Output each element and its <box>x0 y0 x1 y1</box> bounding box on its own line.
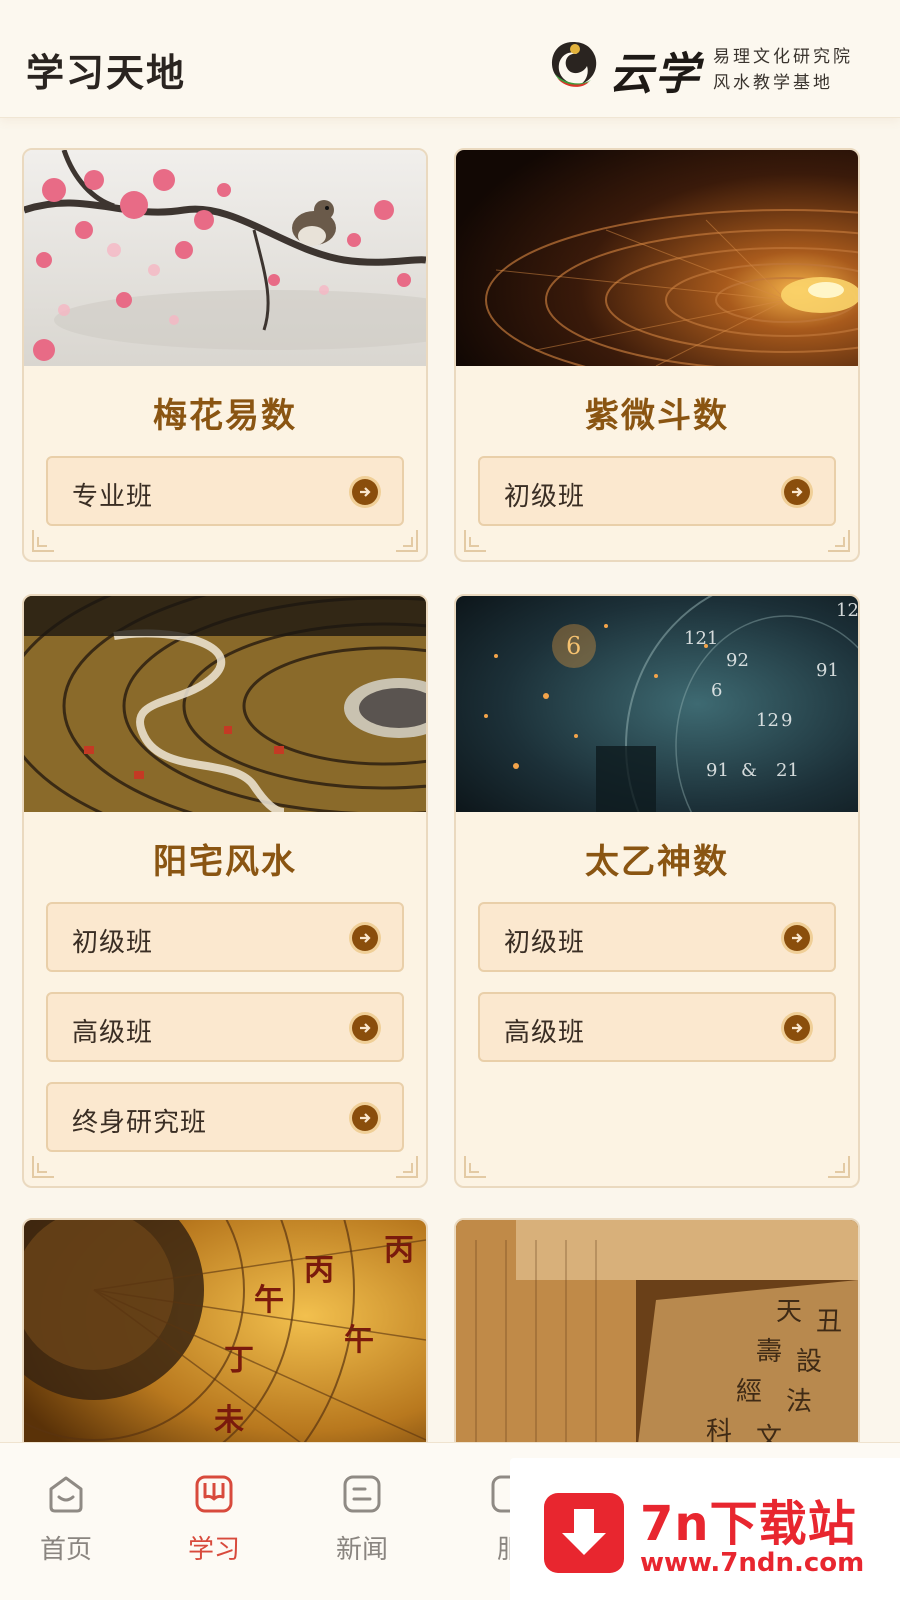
course-card-ziwei: 紫微斗数 初级班 <box>454 148 860 562</box>
corner-ornament <box>828 530 850 552</box>
svg-text:91: 91 <box>706 760 729 781</box>
class-label: 初级班 <box>72 928 154 958</box>
watermark-url: www.7ndn.com <box>640 1548 865 1578</box>
course-card-6[interactable]: 天丑 壽設 經法 科文 <box>454 1218 860 1458</box>
svg-text:丙: 丙 <box>384 1233 414 1268</box>
news-icon <box>343 1475 381 1513</box>
svg-text:壽: 壽 <box>756 1337 782 1367</box>
class-button-gaoji[interactable]: 高级班 <box>478 992 836 1062</box>
arrow-right-icon <box>784 479 810 505</box>
svg-text:9: 9 <box>781 710 792 731</box>
home-smile-icon <box>49 1476 83 1513</box>
course-card-5[interactable]: 午丁午 丙丙未 <box>22 1218 428 1458</box>
svg-text:丑: 丑 <box>816 1307 842 1337</box>
class-button-chuji[interactable]: 初级班 <box>478 902 836 972</box>
luopan-compass-image <box>24 596 426 812</box>
arrow-right-icon <box>784 1015 810 1041</box>
svg-text:21: 21 <box>776 760 799 781</box>
class-button-gaoji[interactable]: 高级班 <box>46 992 404 1062</box>
course-card-yangzhai: 阳宅风水 初级班 高级班 终身研究班 <box>22 594 428 1188</box>
class-button-chuji[interactable]: 初级班 <box>478 456 836 526</box>
arrow-right-icon <box>352 1015 378 1041</box>
course-card-taiyi: 6 121 92 91 6 12 9 91 & 21 12 太乙神数 初级班 高级班 <box>454 594 860 1188</box>
logo-subtitle-1: 易理文化研究院 <box>713 47 853 67</box>
download-arrow-icon <box>544 1493 624 1573</box>
course-title: 梅花易数 <box>153 396 297 436</box>
class-label: 初级班 <box>504 928 586 958</box>
cosmic-numbers-image: 6 121 92 91 6 12 9 91 & 21 12 <box>456 596 858 812</box>
book-icon <box>195 1475 233 1513</box>
nav-item-news[interactable]: 新闻 <box>302 1463 422 1573</box>
arrow-right-icon <box>352 925 378 951</box>
watermark-title: 7n下载站 <box>640 1496 857 1552</box>
arrow-right-icon <box>352 479 378 505</box>
app-header: 学习天地 云学 易理文化研究院 风水教学基地 <box>0 0 900 118</box>
glowing-astrolabe-image <box>456 150 858 366</box>
corner-ornament <box>32 1156 54 1178</box>
arrow-right-icon <box>784 925 810 951</box>
svg-text:設: 設 <box>796 1347 822 1377</box>
corner-ornament <box>396 530 418 552</box>
svg-text:12: 12 <box>836 600 858 621</box>
logo-subtitle-2: 风水教学基地 <box>713 73 833 93</box>
svg-text:法: 法 <box>786 1387 812 1417</box>
golden-compass-image: 午丁午 丙丙未 <box>24 1220 426 1456</box>
class-label: 专业班 <box>72 482 154 512</box>
class-button-zhuanye[interactable]: 专业班 <box>46 456 404 526</box>
nav-label: 首页 <box>39 1535 92 1565</box>
corner-ornament <box>828 1156 850 1178</box>
svg-text:午: 午 <box>254 1283 284 1318</box>
page-title: 学习天地 <box>26 51 187 95</box>
course-card-meihua: 梅花易数 专业班 <box>22 148 428 562</box>
svg-text:6: 6 <box>566 632 581 660</box>
svg-text:經: 經 <box>736 1377 762 1407</box>
class-label: 终身研究班 <box>72 1108 208 1138</box>
nav-label: 新闻 <box>335 1535 388 1565</box>
institute-logo: 云学 易理文化研究院 风水教学基地 <box>545 36 875 100</box>
nav-item-study[interactable]: 学习 <box>154 1463 274 1573</box>
corner-ornament <box>464 1156 486 1178</box>
corner-ornament <box>464 530 486 552</box>
arrow-right-icon <box>352 1105 378 1131</box>
ancient-books-image: 天丑 壽設 經法 科文 <box>456 1220 858 1456</box>
corner-ornament <box>32 530 54 552</box>
svg-text:12: 12 <box>756 710 779 731</box>
class-button-chuji[interactable]: 初级班 <box>46 902 404 972</box>
class-button-zhongshen[interactable]: 终身研究班 <box>46 1082 404 1152</box>
plum-blossom-bird-image <box>24 150 426 366</box>
logo-mark-icon <box>551 42 597 87</box>
corner-ornament <box>396 1156 418 1178</box>
course-title: 紫微斗数 <box>585 396 729 436</box>
svg-text:&: & <box>741 760 757 781</box>
nav-item-home[interactable]: 首页 <box>6 1463 126 1573</box>
svg-text:未: 未 <box>214 1403 244 1438</box>
course-title: 太乙神数 <box>585 842 729 882</box>
logo-wordmark: 云学 <box>609 49 701 100</box>
class-label: 高级班 <box>72 1018 154 1048</box>
svg-text:6: 6 <box>711 680 722 701</box>
course-title: 阳宅风水 <box>153 842 297 882</box>
svg-text:121: 121 <box>684 628 718 649</box>
svg-text:92: 92 <box>726 650 749 671</box>
svg-text:天: 天 <box>776 1297 802 1327</box>
nav-label: 学习 <box>187 1535 240 1565</box>
class-label: 初级班 <box>504 482 586 512</box>
svg-text:91: 91 <box>816 660 839 681</box>
class-label: 高级班 <box>504 1018 586 1048</box>
download-site-watermark: 7n下载站 www.7ndn.com <box>510 1458 900 1600</box>
